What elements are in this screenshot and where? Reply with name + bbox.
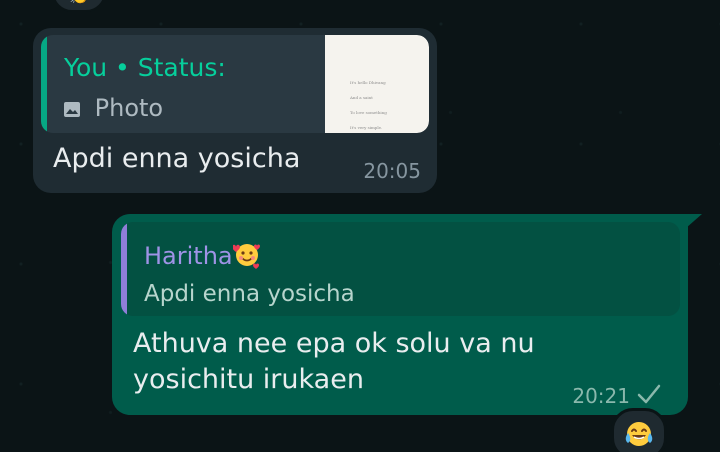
- quote-accent-bar: [121, 222, 127, 316]
- quoted-message-reply[interactable]: Haritha Apdi enna yosicha: [121, 222, 680, 316]
- quoted-status-reply[interactable]: You • Status: Photo It's hello Dhivang A…: [41, 35, 429, 133]
- thumbnail-line: It's very simple.: [350, 125, 383, 130]
- outgoing-message-time: 20:21: [572, 384, 630, 408]
- quote-accent-bar: [41, 35, 47, 133]
- quoted-message-text: Apdi enna yosicha: [144, 281, 355, 307]
- single-check-icon: [637, 384, 661, 404]
- quoted-author: Haritha: [144, 240, 261, 272]
- quoted-photo-text: Photo: [94, 94, 164, 122]
- face-with-tears-of-joy-emoji: [625, 422, 653, 446]
- outgoing-message-text: Athuva nee epa ok solu va nu yosichitu i…: [133, 328, 535, 395]
- status-photo-thumbnail[interactable]: It's hello Dhivang And a saint To love s…: [325, 35, 429, 133]
- incoming-message-text: Apdi enna yosicha: [53, 143, 301, 174]
- incoming-message-time: 20:05: [363, 159, 421, 183]
- thumbnail-line: To love something: [350, 110, 387, 115]
- quoted-author: You • Status:: [64, 53, 226, 82]
- quoted-photo-label: Photo: [64, 92, 163, 124]
- thumbnail-text-lines: It's hello Dhivang And a saint To love s…: [350, 70, 387, 133]
- outgoing-bubble-tail: [686, 214, 702, 228]
- quoted-author-name: Haritha: [144, 242, 233, 270]
- top-message-reaction[interactable]: 👏: [52, 0, 106, 12]
- smiling-face-with-hearts-emoji: [231, 241, 261, 269]
- photo-icon: [64, 93, 80, 117]
- outgoing-message-bubble[interactable]: Haritha Apdi enna yosicha Athuva nee epa…: [112, 214, 688, 415]
- clapping-hands-emoji: 👏: [69, 0, 89, 5]
- message-reaction[interactable]: [611, 408, 667, 452]
- thumbnail-line: And a saint: [350, 95, 373, 100]
- thumbnail-line: It's hello Dhivang: [350, 80, 386, 85]
- incoming-message-bubble[interactable]: You • Status: Photo It's hello Dhivang A…: [33, 28, 437, 193]
